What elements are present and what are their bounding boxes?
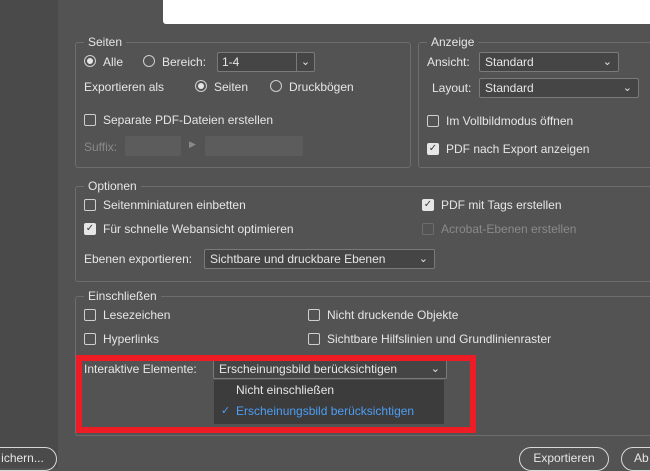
chevron-down-icon: ⌄: [622, 82, 632, 94]
embed-thumbnails-label: Seitenminiaturen einbetten: [103, 198, 246, 212]
web-optimize-label: Für schnelle Webansicht optimieren: [103, 222, 294, 236]
export-layers-select[interactable]: Sichtbare und druckbare Ebenen ⌄: [204, 249, 435, 269]
save-preset-button[interactable]: ichern...: [0, 447, 57, 471]
view-group-title: Anzeige: [427, 34, 479, 50]
nonprinting-label: Nicht druckende Objekte: [327, 308, 459, 322]
acrobat-layers-label: Acrobat-Ebenen erstellen: [441, 222, 577, 236]
export-layers-label: Ebenen exportieren:: [84, 252, 193, 266]
suffix-label: Suffix:: [84, 140, 118, 154]
interactive-elements-value: Erscheinungsbild berücksichtigen: [219, 362, 398, 376]
radio-export-pages[interactable]: [195, 80, 207, 92]
page-range-dropdown-button[interactable]: ⌄: [297, 52, 315, 72]
radio-all-pages[interactable]: [84, 55, 96, 67]
web-optimize-checkbox[interactable]: ✓: [84, 223, 96, 235]
embed-thumbnails-checkbox[interactable]: [84, 199, 96, 211]
radio-export-spreads[interactable]: [270, 80, 282, 92]
separate-pdf-label: Separate PDF-Dateien erstellen: [103, 113, 274, 127]
interactive-elements-select[interactable]: Erscheinungsbild berücksichtigen ⌄: [213, 359, 447, 379]
layout-select-value: Standard: [485, 81, 534, 95]
tagged-pdf-checkbox[interactable]: ✓: [422, 199, 434, 211]
include-group-title: Einschließen: [84, 288, 161, 304]
chevron-down-icon: ⌄: [418, 253, 428, 265]
left-panel: [0, 0, 58, 468]
suffix-field: [125, 136, 181, 156]
export-as-label: Exportieren als: [84, 80, 165, 94]
save-preset-label: ichern...: [1, 451, 44, 465]
nonprinting-checkbox[interactable]: [308, 309, 320, 321]
hyperlinks-checkbox[interactable]: [84, 333, 96, 345]
layout-label: Layout:: [432, 81, 472, 95]
cancel-button[interactable]: Ab: [621, 447, 650, 471]
page-range-input[interactable]: 1-4: [217, 52, 297, 72]
export-layers-value: Sichtbare und druckbare Ebenen: [210, 252, 386, 266]
guides-label: Sichtbare Hilfslinien und Grundlinienras…: [327, 332, 552, 346]
checkmark-icon: ✓: [221, 405, 231, 417]
separate-pdf-checkbox[interactable]: [84, 114, 96, 126]
export-button[interactable]: Exportieren: [519, 447, 609, 471]
pages-group-title: Seiten: [84, 34, 127, 50]
interactive-elements-label: Interaktive Elemente:: [84, 362, 197, 376]
interactive-elements-dropdown-menu: Nicht einschließen ✓ Erscheinungsbild be…: [214, 380, 444, 424]
tagged-pdf-label: PDF mit Tags erstellen: [441, 198, 562, 212]
options-group-title: Optionen: [84, 178, 141, 194]
export-label: Exportieren: [533, 451, 595, 465]
view-select[interactable]: Standard ⌄: [479, 52, 619, 72]
fullscreen-label: Im Vollbildmodus öffnen: [446, 114, 574, 128]
guides-checkbox[interactable]: [308, 333, 320, 345]
all-pages-label: Alle: [103, 55, 124, 69]
fullscreen-checkbox[interactable]: [427, 115, 439, 127]
preview-area: [163, 0, 650, 24]
suffix-field-2: [205, 136, 303, 156]
export-pages-label: Seiten: [214, 80, 249, 94]
chevron-down-icon: ⌄: [430, 363, 440, 375]
export-spreads-label: Druckbögen: [289, 80, 354, 94]
show-after-export-checkbox[interactable]: ✓: [427, 143, 439, 155]
chevron-down-icon: ⌄: [300, 56, 311, 68]
chevron-down-icon: ⌄: [602, 56, 612, 68]
dropdown-option-do-not-include[interactable]: Nicht einschließen: [214, 380, 444, 400]
suffix-arrow-icon: ▶: [189, 139, 196, 149]
view-label: Ansicht:: [427, 55, 470, 69]
layout-select[interactable]: Standard ⌄: [479, 78, 639, 98]
cancel-label: Ab: [634, 451, 649, 465]
show-after-export-label: PDF nach Export anzeigen: [446, 142, 590, 156]
dropdown-option-label: Erscheinungsbild berücksichtigen: [236, 404, 415, 418]
dropdown-option-label: Nicht einschließen: [236, 383, 335, 397]
radio-page-range[interactable]: [143, 55, 155, 67]
page-range-label: Bereich:: [162, 55, 207, 69]
hyperlinks-label: Hyperlinks: [103, 332, 160, 346]
acrobat-layers-checkbox: [422, 223, 434, 235]
view-select-value: Standard: [485, 55, 534, 69]
bookmarks-checkbox[interactable]: [84, 309, 96, 321]
bookmarks-label: Lesezeichen: [103, 308, 171, 322]
dropdown-option-include-appearance[interactable]: ✓ Erscheinungsbild berücksichtigen: [214, 401, 444, 421]
